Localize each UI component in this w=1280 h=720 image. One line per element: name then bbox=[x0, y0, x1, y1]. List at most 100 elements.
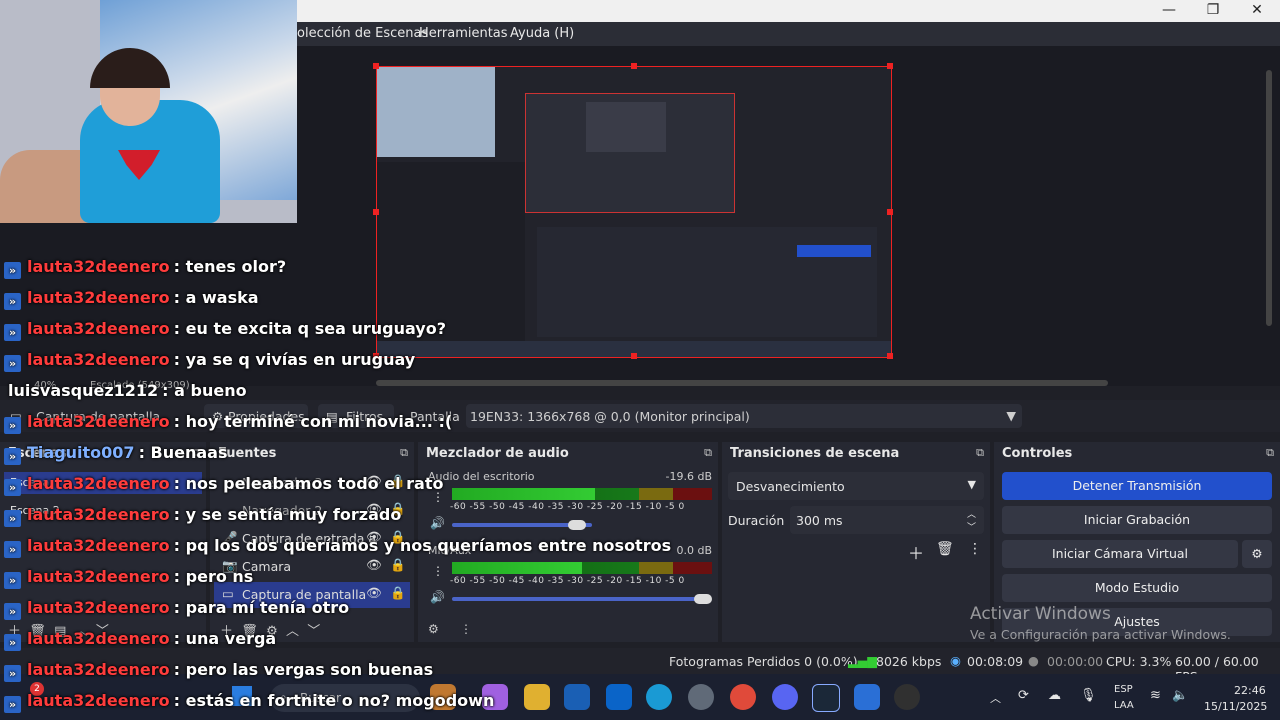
dock-float-icon[interactable]: ⧉ bbox=[1266, 446, 1274, 460]
dock-float-icon[interactable]: ⧉ bbox=[400, 446, 408, 460]
chat-username: lauta32deenero bbox=[27, 598, 170, 617]
volume-icon[interactable]: 🔈 bbox=[1172, 688, 1188, 703]
kebab-icon[interactable]: ⋮ bbox=[968, 541, 982, 557]
chat-username: lauta32deenero bbox=[27, 412, 170, 431]
obs-icon[interactable] bbox=[894, 684, 920, 710]
gear-icon: ⚙ bbox=[1251, 546, 1263, 561]
chevron-down-icon[interactable]: ﹀ bbox=[967, 520, 976, 533]
channel-db: 0.0 dB bbox=[676, 544, 712, 557]
prime-badge-icon: » bbox=[4, 417, 21, 434]
chat-username: lauta32deenero bbox=[27, 567, 170, 586]
webcam-overlay bbox=[0, 0, 297, 223]
preview-canvas[interactable] bbox=[373, 63, 893, 359]
stop-streaming-button[interactable]: Detener Transmisión bbox=[1002, 472, 1272, 500]
fortnite-icon[interactable] bbox=[854, 684, 880, 710]
lock-icon[interactable]: 🔒 bbox=[390, 585, 406, 601]
chat-username: lauta32deenero bbox=[27, 629, 170, 648]
language-indicator[interactable]: ESP bbox=[1114, 684, 1133, 695]
gear-icon[interactable]: ⚙ bbox=[428, 622, 439, 636]
outlook-icon[interactable] bbox=[606, 684, 632, 710]
chat-text: : estás en fortnite o no? mogodown bbox=[173, 691, 495, 710]
eye-icon[interactable]: 👁 bbox=[366, 585, 382, 601]
chat-message: » lauta32deenero: ya se q vivías en urugu… bbox=[0, 350, 415, 378]
trash-icon[interactable]: 🗑 bbox=[936, 541, 954, 557]
meter-ticks: -60 -55 -50 -45 -40 -35 -30 -25 -20 -15 … bbox=[450, 576, 685, 586]
file-explorer-icon[interactable] bbox=[524, 684, 550, 710]
sync-icon[interactable]: ⟳ bbox=[1018, 688, 1029, 703]
speaker-icon[interactable]: 🔊 bbox=[430, 516, 445, 530]
add-icon[interactable]: ＋ bbox=[908, 540, 924, 564]
display-select-value: 19EN33: 1366x768 @ 0,0 (Monitor principa… bbox=[470, 409, 750, 424]
chevron-up-icon[interactable]: ︿ bbox=[967, 507, 976, 520]
chevron-down-icon: ▼ bbox=[967, 478, 976, 491]
channel-name: Audio del escritorio bbox=[428, 470, 535, 483]
menu-help[interactable]: Ayuda (H) bbox=[510, 26, 574, 41]
chrome-icon[interactable] bbox=[730, 684, 756, 710]
meter-ticks: -60 -55 -50 -45 -40 -35 -30 -25 -20 -15 … bbox=[450, 502, 685, 512]
cloud-icon[interactable]: ☁ bbox=[1048, 688, 1061, 703]
volume-knob[interactable] bbox=[568, 520, 586, 530]
start-recording-button[interactable]: Iniciar Grabación bbox=[1002, 506, 1272, 534]
duration-spinbox[interactable]: 300 ms ︿ ﹀ bbox=[790, 506, 984, 534]
prime-badge-icon: » bbox=[4, 479, 21, 496]
chat-message: » lauta32deenero: pero las vergas son bue… bbox=[0, 660, 433, 688]
activate-windows-title: Activar Windows bbox=[970, 604, 1111, 624]
clock-time[interactable]: 22:46 bbox=[1234, 684, 1266, 697]
chat-text: : para mí tenía otro bbox=[173, 598, 350, 617]
chat-message: » lauta32deenero: pq los dos queríamos y … bbox=[0, 536, 671, 564]
bitrate: 8026 kbps bbox=[876, 654, 942, 669]
virtual-camera-button[interactable]: Iniciar Cámara Virtual bbox=[1002, 540, 1238, 568]
stream-icon: ◉ bbox=[950, 653, 961, 668]
chat-text: : ya se q vivías en uruguay bbox=[173, 350, 416, 369]
chat-text: : tenes olor? bbox=[173, 257, 287, 276]
kebab-icon[interactable]: ⋮ bbox=[432, 564, 444, 578]
steam-icon[interactable] bbox=[812, 684, 840, 712]
clock-date[interactable]: 15/11/2025 bbox=[1204, 700, 1267, 713]
mic-icon[interactable]: 🎙 bbox=[1080, 688, 1097, 703]
store-icon[interactable] bbox=[564, 684, 590, 710]
volume-knob[interactable] bbox=[694, 594, 712, 604]
chat-username: lauta32deenero bbox=[27, 319, 170, 338]
chevron-up-icon[interactable]: ︿ bbox=[990, 690, 1001, 706]
settings-icon[interactable] bbox=[688, 684, 714, 710]
prime-badge-icon: » bbox=[4, 510, 21, 527]
maximize-button[interactable]: ❐ bbox=[1190, 0, 1236, 22]
dock-float-icon[interactable]: ⧉ bbox=[976, 446, 984, 460]
speaker-icon[interactable]: 🔊 bbox=[430, 590, 445, 604]
prime-badge-icon: » bbox=[4, 665, 21, 682]
chat-message: » lauta32deenero: y se sentía muy forzado bbox=[0, 505, 401, 533]
nested-preview-thumbnail bbox=[525, 93, 735, 213]
chat-username: lauta32deenero bbox=[27, 350, 170, 369]
virtual-camera-settings-button[interactable]: ⚙ bbox=[1242, 540, 1272, 568]
edge-icon[interactable] bbox=[646, 684, 672, 710]
record-icon: ● bbox=[1028, 653, 1039, 668]
up-icon[interactable]: ︿ bbox=[286, 624, 299, 639]
close-button[interactable]: ✕ bbox=[1234, 0, 1280, 22]
chat-username: lauta32deenero bbox=[27, 288, 170, 307]
minimize-button[interactable]: — bbox=[1146, 0, 1192, 22]
display-select[interactable]: 19EN33: 1366x768 @ 0,0 (Monitor principa… bbox=[466, 404, 1022, 428]
kebab-icon[interactable]: ⋮ bbox=[460, 622, 472, 636]
volume-slider[interactable] bbox=[452, 597, 708, 601]
preview-horizontal-scrollbar[interactable] bbox=[376, 380, 1108, 386]
menu-scene-collection[interactable]: olección de Escenas bbox=[297, 26, 428, 41]
studio-mode-button[interactable]: Modo Estudio bbox=[1002, 574, 1272, 602]
chat-message: » lauta32deenero: nos peleabamos todo el … bbox=[0, 474, 443, 502]
chevron-down-icon: ▼ bbox=[1006, 408, 1016, 423]
down-icon[interactable]: ﹀ bbox=[307, 624, 320, 639]
menu-tools[interactable]: Herramientas bbox=[419, 26, 508, 41]
chat-message: » lauta32deenero: estás en fortnite o no?… bbox=[0, 691, 494, 719]
transition-select[interactable]: Desvanecimiento ▼ bbox=[728, 472, 984, 500]
transition-select-value: Desvanecimiento bbox=[736, 479, 845, 494]
transitions-dock: Transiciones de escena ⧉ Desvanecimiento… bbox=[722, 442, 990, 642]
dock-float-icon[interactable]: ⧉ bbox=[704, 446, 712, 460]
prime-badge-icon: » bbox=[4, 293, 21, 310]
wifi-icon[interactable]: ≋ bbox=[1150, 688, 1161, 703]
preview-vertical-scrollbar[interactable] bbox=[1266, 70, 1272, 326]
discord-icon[interactable] bbox=[772, 684, 798, 710]
chat-username: lauta32deenero bbox=[27, 474, 170, 493]
duration-label: Duración bbox=[728, 513, 785, 528]
record-time: 00:00:00 bbox=[1047, 654, 1104, 669]
chat-username: lauta32deenero bbox=[27, 257, 170, 276]
cpu-usage: CPU: 3.3% bbox=[1106, 654, 1172, 669]
